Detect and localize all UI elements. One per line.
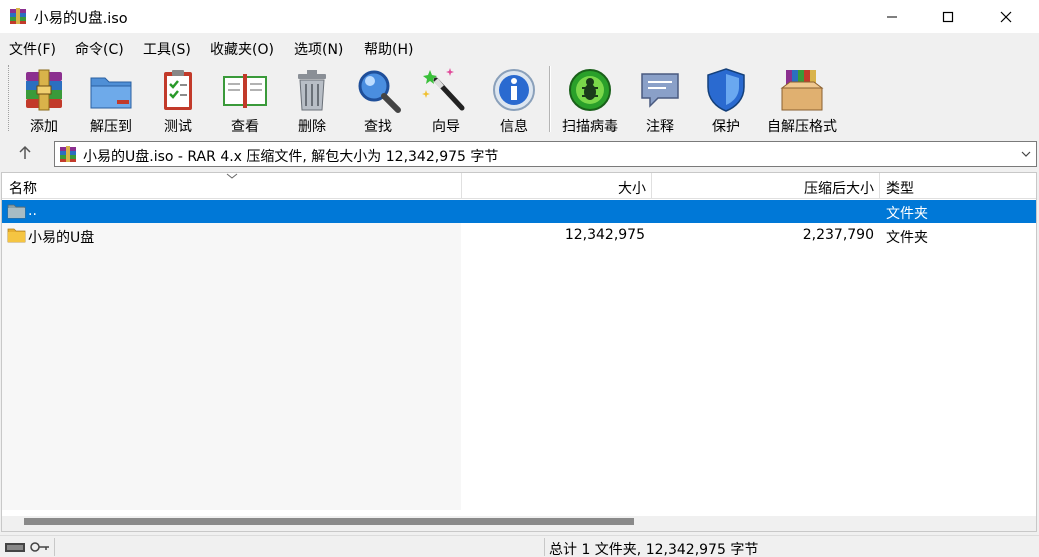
table-row[interactable]: .. 文件夹 [2, 200, 1036, 223]
close-icon [1000, 11, 1012, 22]
row-size: 12,342,975 [564, 227, 645, 243]
view-label: 查看 [231, 119, 259, 135]
add-button[interactable]: 添加 [16, 64, 72, 135]
column-header-type[interactable]: 类型 [880, 173, 1036, 199]
status-summary: 总计 1 文件夹, 12,342,975 字节 [549, 542, 759, 557]
window-title: 小易的U盘.iso [34, 11, 128, 27]
find-label: 查找 [364, 119, 392, 135]
maximize-button[interactable] [925, 0, 971, 33]
close-button[interactable] [983, 0, 1029, 33]
menu-help[interactable]: 帮助(H) [364, 39, 413, 59]
row-name: .. [28, 203, 37, 219]
sfx-icon [780, 70, 824, 111]
toolbar-separator [549, 66, 551, 132]
comment-label: 注释 [646, 119, 674, 135]
row-name: 小易的U盘 [28, 230, 95, 246]
title-bar: 小易的U盘.iso [0, 0, 1039, 33]
row-packed: 2,237,790 [802, 227, 874, 243]
maximize-icon [942, 11, 954, 22]
folder-icon [7, 228, 26, 243]
virus-scan-button[interactable]: 扫描病毒 [558, 64, 622, 135]
wizard-label: 向导 [432, 119, 460, 135]
menu-tools[interactable]: 工具(S) [143, 39, 191, 59]
info-icon [493, 69, 535, 111]
delete-icon [298, 70, 326, 111]
winrar-app-icon [10, 8, 26, 24]
column-name-label: 名称 [9, 181, 37, 197]
test-icon [164, 70, 192, 110]
row-type: 文件夹 [886, 206, 928, 222]
chevron-down-icon[interactable] [1020, 148, 1032, 160]
minimize-button[interactable] [869, 0, 915, 33]
virus-scan-icon [569, 69, 611, 111]
status-divider [544, 538, 545, 556]
sort-arrow-icon [226, 173, 238, 179]
comment-button[interactable]: 注释 [634, 64, 686, 135]
status-divider [54, 538, 55, 556]
toolbar-grip [8, 65, 11, 131]
column-packed-label: 压缩后大小 [804, 181, 874, 197]
menu-file[interactable]: 文件(F) [9, 39, 56, 59]
view-icon [223, 74, 267, 108]
menu-bar: 文件(F) 命令(C) 工具(S) 收藏夹(O) 选项(N) 帮助(H) [0, 35, 1039, 60]
drive-key-icon[interactable] [4, 539, 50, 555]
row-type: 文件夹 [886, 230, 928, 246]
wizard-button[interactable]: 向导 [420, 64, 472, 135]
up-folder-button[interactable] [6, 142, 44, 164]
add-archive-icon [26, 69, 62, 111]
column-header-size[interactable]: 大小 [462, 173, 651, 199]
sfx-button[interactable]: 自解压格式 [762, 64, 842, 135]
extract-to-button[interactable]: 解压到 [82, 64, 140, 135]
comment-icon [641, 73, 679, 108]
menu-commands[interactable]: 命令(C) [75, 39, 124, 59]
protect-button[interactable]: 保护 [700, 64, 752, 135]
address-bar[interactable]: 小易的U盘.iso - RAR 4.x 压缩文件, 解包大小为 12,342,9… [54, 141, 1037, 167]
address-text: 小易的U盘.iso - RAR 4.x 压缩文件, 解包大小为 12,342,9… [83, 149, 499, 165]
info-label: 信息 [500, 119, 528, 135]
delete-label: 删除 [298, 119, 326, 135]
find-button[interactable]: 查找 [352, 64, 404, 135]
protect-icon [707, 68, 745, 112]
column-size-label: 大小 [618, 181, 646, 197]
table-row[interactable]: 小易的U盘 12,342,975 2,237,790 文件夹 [2, 224, 1036, 247]
menu-favorites[interactable]: 收藏夹(O) [210, 39, 274, 59]
file-list[interactable]: 名称 大小 压缩后大小 类型 .. 文件夹 小易的U盘 12,342,975 2… [1, 172, 1037, 532]
extract-to-icon [90, 77, 132, 109]
parent-folder-icon [7, 204, 26, 219]
test-button[interactable]: 测试 [152, 64, 204, 135]
sfx-label: 自解压格式 [767, 119, 837, 135]
test-label: 测试 [164, 119, 192, 135]
find-icon [358, 70, 401, 113]
wizard-icon [422, 68, 465, 111]
view-button[interactable]: 查看 [218, 64, 272, 135]
archive-icon [60, 146, 76, 162]
info-button[interactable]: 信息 [488, 64, 540, 135]
add-label: 添加 [30, 119, 58, 135]
toolbar: 添加 解压到 测试 查看 删除 查找 向导 信息 扫描病毒 注释 保护 自解压格… [0, 60, 1039, 138]
virus-scan-label: 扫描病毒 [562, 119, 618, 135]
protect-label: 保护 [712, 119, 740, 135]
menu-options[interactable]: 选项(N) [294, 39, 343, 59]
arrow-up-icon [19, 145, 31, 159]
minimize-icon [887, 16, 897, 17]
column-type-label: 类型 [886, 181, 914, 197]
delete-button[interactable]: 删除 [286, 64, 338, 135]
extract-to-label: 解压到 [90, 119, 132, 135]
column-header-name[interactable]: 名称 [2, 173, 461, 199]
horizontal-scrollbar-thumb[interactable] [24, 518, 634, 525]
status-bar: 总计 1 文件夹, 12,342,975 字节 [0, 535, 1039, 557]
column-header-packed[interactable]: 压缩后大小 [652, 173, 879, 199]
